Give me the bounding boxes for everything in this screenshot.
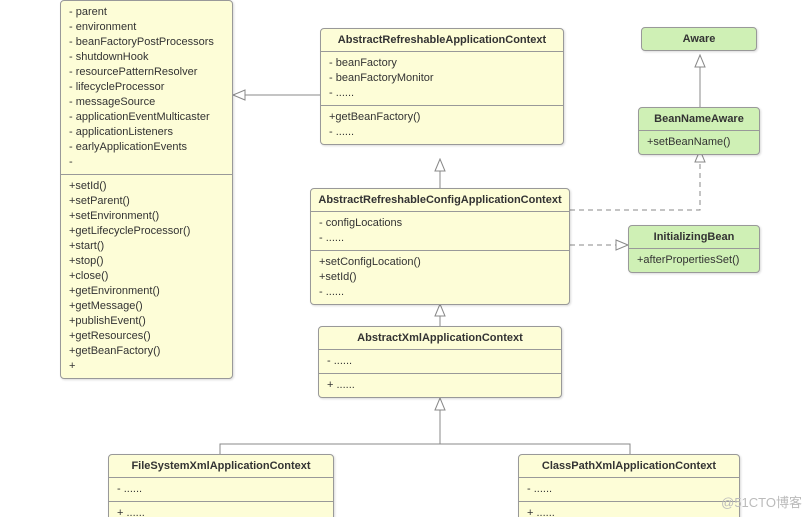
watermark: @51CTO博客 [721,492,802,511]
attrs: - ...... [117,482,325,497]
member-row: +getBeanFactory() [329,110,555,125]
member-row: - parent [69,5,224,20]
methods: +setConfigLocation()+setId()- ...... [311,251,569,304]
member-row: - resourcePatternResolver [69,65,224,80]
member-row: - ...... [329,86,555,101]
member-row: - configLocations [319,216,561,231]
interface-initializing-bean: InitializingBean +afterPropertiesSet() [628,225,760,273]
member-row: +start() [69,239,224,254]
member-row: - beanFactory [329,56,555,71]
member-row: +stop() [69,254,224,269]
class-title: AbstractRefreshableConfigApplicationCont… [311,189,569,212]
member-row: - messageSource [69,95,224,110]
class-title: InitializingBean [629,226,759,249]
class-abstract-refreshable: AbstractRefreshableApplicationContext - … [320,28,564,145]
attrs: - parent- environment- beanFactoryPostPr… [61,1,232,175]
member-row: + [69,359,224,374]
methods: +afterPropertiesSet() [637,253,751,268]
member-row: +getLifecycleProcessor() [69,224,224,239]
member-row: - beanFactoryMonitor [329,71,555,86]
class-abstract-xml: AbstractXmlApplicationContext - ...... +… [318,326,562,398]
member-row: +getBeanFactory() [69,344,224,359]
member-row: - shutdownHook [69,50,224,65]
member-row: +setEnvironment() [69,209,224,224]
class-title: BeanNameAware [639,108,759,131]
member-row: +getResources() [69,329,224,344]
class-title: AbstractXmlApplicationContext [319,327,561,350]
methods: +getBeanFactory()- ...... [321,106,563,144]
member-row: +publishEvent() [69,314,224,329]
member-row: - ...... [319,285,561,300]
class-title: Aware [642,28,756,50]
member-row: +setParent() [69,194,224,209]
member-row: - ...... [319,231,561,246]
member-row: +close() [69,269,224,284]
attrs: - beanFactory- beanFactoryMonitor- .....… [321,52,563,106]
class-title: FileSystemXmlApplicationContext [109,455,333,478]
member-row: - environment [69,20,224,35]
class-title: ClassPathXmlApplicationContext [519,455,739,478]
member-row: +getEnvironment() [69,284,224,299]
member-row: - [69,155,224,170]
methods: +setBeanName() [647,135,751,150]
attrs: - configLocations- ...... [311,212,569,251]
member-row: +setId() [69,179,224,194]
methods: + ...... [117,506,325,517]
class-filesystem-xml: FileSystemXmlApplicationContext - ......… [108,454,334,517]
class-abstract-refreshable-config: AbstractRefreshableConfigApplicationCont… [310,188,570,305]
member-row: - lifecycleProcessor [69,80,224,95]
interface-bean-name-aware: BeanNameAware +setBeanName() [638,107,760,155]
member-row: - applicationEventMulticaster [69,110,224,125]
member-row: +setConfigLocation() [319,255,561,270]
member-row: - beanFactoryPostProcessors [69,35,224,50]
class-abstract-application-context: - parent- environment- beanFactoryPostPr… [60,0,233,379]
member-row: - applicationListeners [69,125,224,140]
interface-aware: Aware [641,27,757,51]
class-classpath-xml: ClassPathXmlApplicationContext - ...... … [518,454,740,517]
methods: +setId()+setParent()+setEnvironment()+ge… [61,175,232,378]
member-row: +setId() [319,270,561,285]
methods: + ...... [327,378,553,393]
attrs: - ...... [527,482,731,497]
member-row: - ...... [329,125,555,140]
methods: + ...... [527,506,731,517]
uml-diagram: - parent- environment- beanFactoryPostPr… [0,0,808,517]
member-row: - earlyApplicationEvents [69,140,224,155]
member-row: +getMessage() [69,299,224,314]
class-title: AbstractRefreshableApplicationContext [321,29,563,52]
attrs: - ...... [327,354,553,369]
